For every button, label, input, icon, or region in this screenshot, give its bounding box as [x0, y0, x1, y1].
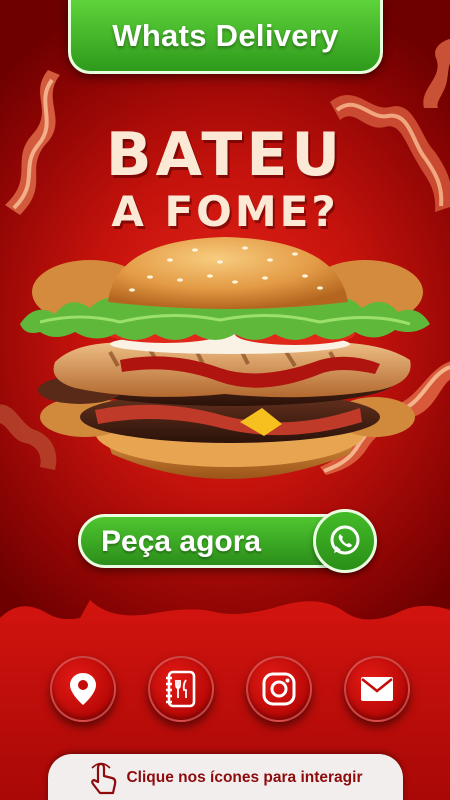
location-icon[interactable]: [50, 656, 116, 722]
menu-icon[interactable]: [148, 656, 214, 722]
header-banner: Whats Delivery: [68, 0, 383, 74]
bacon-decoration: [423, 38, 450, 108]
whatsapp-icon[interactable]: [313, 509, 377, 573]
burger-image: [20, 237, 430, 479]
order-now-label: Peça agora: [101, 525, 262, 558]
headline-line2: A FOME?: [111, 187, 339, 236]
interaction-hint: Clique nos ícones para interagir: [48, 754, 403, 800]
order-now-button[interactable]: Peça agora: [78, 509, 377, 573]
interaction-hint-text: Clique nos ícones para interagir: [126, 769, 363, 786]
promo-canvas: Whats Delivery BATEU A FOME? Peça agora …: [0, 0, 450, 800]
headline: BATEU A FOME?: [0, 122, 450, 236]
email-icon[interactable]: [344, 656, 410, 722]
header-title: Whats Delivery: [112, 17, 339, 53]
hand-pointer-icon: [91, 762, 117, 795]
instagram-icon[interactable]: [246, 656, 312, 722]
headline-line1: BATEU: [105, 120, 345, 190]
